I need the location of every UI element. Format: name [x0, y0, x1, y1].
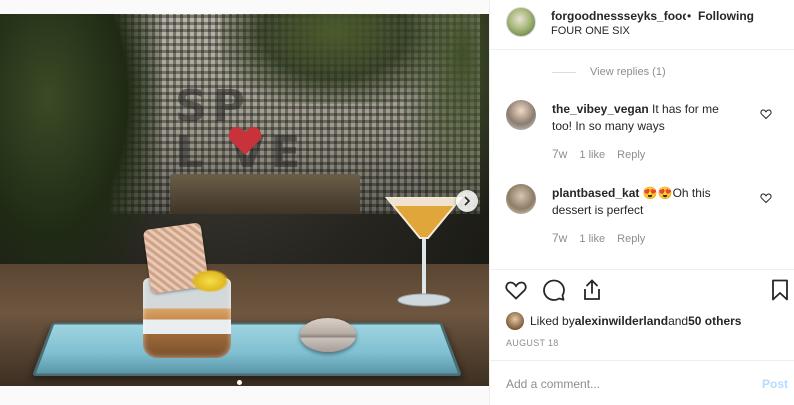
- wall-sign-line-1: SP: [175, 81, 251, 132]
- commenter-username[interactable]: the_vibey_vegan: [552, 102, 649, 116]
- comment-text: the_vibey_vegan It has for me too! In so…: [552, 101, 742, 135]
- comment-input[interactable]: [506, 373, 746, 395]
- comment-meta: 7w 1 like Reply: [552, 147, 654, 161]
- macaron: [300, 318, 356, 352]
- comment-icon[interactable]: [542, 278, 566, 302]
- foliage-right: [400, 14, 489, 214]
- citrus-garnish: [192, 270, 228, 292]
- author-username[interactable]: forgoodnessseyks_food: [551, 9, 686, 23]
- post-comment-button[interactable]: Post: [762, 377, 788, 391]
- likes-summary: Liked by alexinwilderland and 50 others: [506, 311, 741, 331]
- comment-reply-button[interactable]: Reply: [617, 149, 645, 161]
- post-date[interactable]: AUGUST 18: [506, 338, 559, 348]
- author-avatar[interactable]: [506, 7, 536, 37]
- comment-text: plantbased_kat 😍😍Oh this dessert is perf…: [552, 185, 742, 219]
- comment-like-heart-icon[interactable]: [760, 192, 772, 204]
- post-side-panel: forgoodnessseyks_food • Following FOUR O…: [489, 0, 794, 405]
- likes-middle: and: [668, 314, 689, 328]
- wall-sign: SP L VE: [175, 84, 375, 184]
- comment-reply-button[interactable]: Reply: [617, 233, 645, 245]
- post-location[interactable]: FOUR ONE SIX: [551, 25, 630, 37]
- carousel-next-button[interactable]: [456, 190, 478, 212]
- post-header: forgoodnessseyks_food • Following FOUR O…: [490, 0, 794, 50]
- carousel-indicator-dot: [237, 380, 242, 385]
- post-photo[interactable]: SP L VE: [0, 14, 489, 386]
- commenter-avatar[interactable]: [506, 100, 536, 130]
- blue-plate: [32, 322, 462, 376]
- replies-divider: [552, 72, 576, 73]
- likes-others-link[interactable]: 50 others: [688, 314, 741, 328]
- likes-prefix: Liked by: [530, 314, 575, 328]
- wall-sign-line-2: L VE: [175, 127, 307, 178]
- comment-time: 7w: [552, 147, 568, 161]
- commenter-avatar[interactable]: [506, 184, 536, 214]
- background-table: [170, 174, 360, 214]
- comment-meta: 7w 1 like Reply: [552, 231, 654, 245]
- commenter-username[interactable]: plantbased_kat: [552, 186, 639, 200]
- bookmark-icon[interactable]: [768, 278, 792, 302]
- following-button[interactable]: Following: [698, 9, 754, 23]
- comment-like-heart-icon[interactable]: [760, 108, 772, 120]
- view-replies-link[interactable]: View replies (1): [590, 66, 666, 78]
- liker-username[interactable]: alexinwilderland: [575, 314, 668, 328]
- comment-like-count[interactable]: 1 like: [579, 233, 605, 245]
- liker-avatar[interactable]: [506, 312, 524, 330]
- chevron-right-icon: [464, 196, 471, 206]
- post-action-bar: [490, 269, 794, 309]
- add-comment-form: Post: [490, 360, 794, 405]
- heart-icon[interactable]: [504, 278, 528, 302]
- wall-heart-icon: [228, 127, 262, 155]
- cocktail-glass: [384, 197, 464, 307]
- comment-time: 7w: [552, 231, 568, 245]
- header-separator: •: [687, 9, 692, 23]
- share-icon[interactable]: [580, 278, 604, 302]
- comment-like-count[interactable]: 1 like: [579, 149, 605, 161]
- foliage-left: [0, 14, 160, 294]
